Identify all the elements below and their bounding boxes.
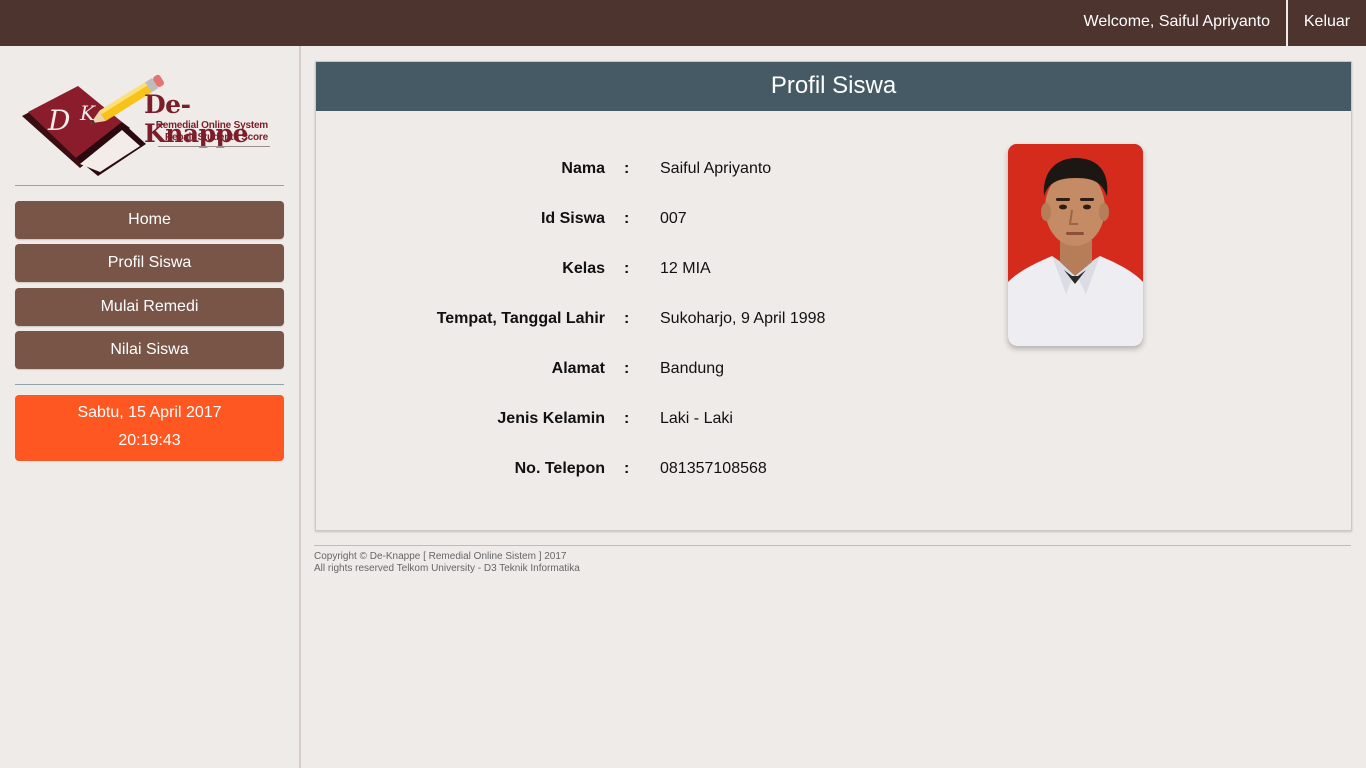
logo-subtitle-line1: Remedial Online System: [155, 120, 269, 131]
datetime-clock: Sabtu, 15 April 2017 20:19:43: [15, 395, 284, 461]
field-label-nama: Nama: [561, 160, 605, 177]
sidebar-divider-top: [15, 185, 284, 186]
field-value-jenis-kelamin: Laki - Laki: [660, 410, 733, 427]
field-separator: :: [624, 260, 630, 277]
logo-underline: [158, 146, 270, 147]
field-label-tempat-tanggal-lahir: Tempat, Tanggal Lahir: [436, 310, 605, 327]
sidebar-border: [299, 46, 301, 768]
svg-text:D: D: [47, 104, 70, 137]
welcome-text: Welcome, Saiful Apriyanto: [1083, 13, 1270, 30]
field-separator: :: [624, 210, 630, 227]
student-photo: [1008, 144, 1143, 346]
footer-copyright: Copyright © De-Knappe [ Remedial Online …: [314, 551, 567, 562]
field-label-alamat: Alamat: [551, 360, 605, 377]
field-label-id-siswa: Id Siswa: [540, 210, 605, 227]
profile-card: Profil Siswa Nama : Saiful Apriyanto Id …: [315, 61, 1352, 531]
profile-card-title: Profil Siswa: [316, 62, 1351, 111]
field-value-tempat-tanggal-lahir: Sukoharjo, 9 April 1998: [660, 310, 826, 327]
field-separator: :: [624, 410, 630, 427]
field-value-nama: Saiful Apriyanto: [660, 160, 772, 177]
logo-subtitle-line2: Repair Students Score: [164, 132, 268, 143]
field-label-kelas: Kelas: [562, 260, 605, 277]
clock-time: 20:19:43: [118, 432, 181, 449]
field-value-no-telepon: 081357108568: [660, 460, 767, 477]
nav-profil-siswa-button[interactable]: Profil Siswa: [15, 244, 284, 282]
clock-date: Sabtu, 15 April 2017: [77, 404, 222, 421]
footer-rights: All rights reserved Telkom University - …: [314, 563, 580, 574]
field-separator: :: [624, 310, 630, 327]
field-separator: :: [624, 460, 630, 477]
field-value-alamat: Bandung: [660, 360, 725, 377]
field-value-kelas: 12 MIA: [660, 260, 711, 277]
field-value-id-siswa: 007: [660, 210, 687, 227]
sidebar-divider-bottom: [15, 384, 284, 385]
field-separator: :: [624, 160, 630, 177]
app-logo[interactable]: D K De-Knappe Remedial Online System Rep…: [18, 68, 278, 180]
nav-nilai-siswa-button[interactable]: Nilai Siswa: [15, 331, 284, 369]
logout-button[interactable]: Keluar: [1288, 0, 1366, 46]
student-portrait-icon: [1008, 144, 1143, 346]
field-label-jenis-kelamin: Jenis Kelamin: [497, 410, 605, 427]
nav-home-button[interactable]: Home: [15, 201, 284, 239]
footer-divider: [314, 545, 1351, 546]
top-bar: Welcome, Saiful Apriyanto Keluar: [0, 0, 1366, 46]
field-label-no-telepon: No. Telepon: [514, 460, 605, 477]
nav-mulai-remedi-button[interactable]: Mulai Remedi: [15, 288, 284, 326]
field-separator: :: [624, 360, 630, 377]
